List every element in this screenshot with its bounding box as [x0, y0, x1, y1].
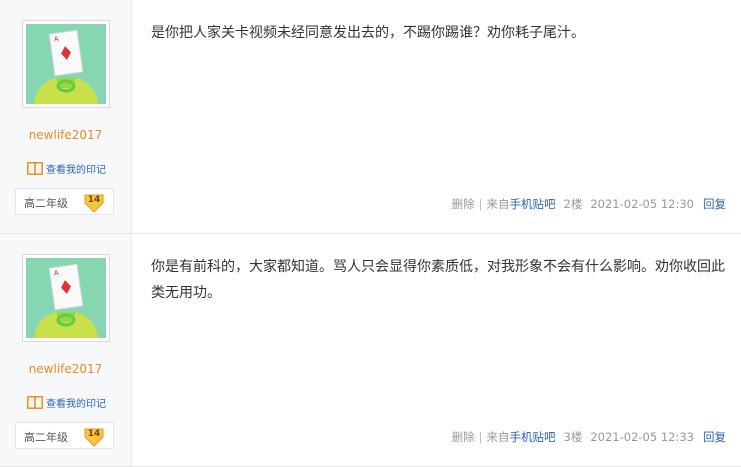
post-time: 2021-02-05 12:33: [590, 430, 694, 444]
level-name: 高二年级: [24, 197, 68, 210]
username[interactable]: newlife2017: [0, 362, 131, 376]
separator: |: [478, 197, 483, 211]
avatar[interactable]: A: [22, 254, 110, 342]
book-icon: [27, 396, 43, 409]
post-time: 2021-02-05 12:30: [590, 197, 694, 211]
post-content: 是你把人家关卡视频未经同意发出去的，不踢你踢谁？劝你耗子尾汁。: [151, 25, 585, 41]
view-seal-link[interactable]: 查看我的印记: [26, 159, 106, 177]
from-label: 来自: [486, 430, 510, 444]
from-label: 来自: [486, 197, 510, 211]
author-panel: A newlife2017 查看我的印记 高二年级 14: [0, 0, 132, 233]
book-icon: [27, 162, 43, 175]
author-panel: A newlife2017 查看我的印记 高二年级 14: [0, 234, 132, 466]
post: A newlife2017 查看我的印记 高二年级 14 你是有前科的，大家都知…: [0, 234, 741, 467]
level-number: 14: [87, 195, 101, 205]
username[interactable]: newlife2017: [0, 128, 131, 142]
view-seal-label: 查看我的印记: [46, 164, 106, 176]
source-link[interactable]: 手机贴吧: [510, 196, 556, 212]
reply-link[interactable]: 回复: [703, 429, 726, 445]
delete-link[interactable]: 删除: [452, 196, 475, 212]
avatar[interactable]: A: [22, 20, 110, 108]
separator: |: [478, 430, 483, 444]
view-seal-link[interactable]: 查看我的印记: [26, 393, 106, 411]
avatar-image: A: [26, 258, 106, 338]
level-icon: 14: [83, 425, 105, 447]
level-badge-box[interactable]: 高二年级 14: [15, 188, 114, 215]
post-tail: 删除 | 来自 手机贴吧 3楼 2021-02-05 12:33 回复: [452, 429, 726, 445]
delete-link[interactable]: 删除: [452, 429, 475, 445]
post-content: 你是有前科的，大家都知道。骂人只会显得你素质低，对我形象不会有什么影响。劝你收回…: [151, 259, 725, 301]
floor-number: 3楼: [563, 430, 583, 444]
level-name: 高二年级: [24, 431, 68, 444]
floor-number: 2楼: [563, 197, 583, 211]
reply-link[interactable]: 回复: [703, 196, 726, 212]
view-seal-label: 查看我的印记: [46, 398, 106, 410]
post-tail: 删除 | 来自 手机贴吧 2楼 2021-02-05 12:30 回复: [452, 196, 726, 212]
source-link[interactable]: 手机贴吧: [510, 429, 556, 445]
level-number: 14: [87, 429, 101, 439]
level-badge-box[interactable]: 高二年级 14: [15, 422, 114, 449]
level-icon: 14: [83, 191, 105, 213]
post: A newlife2017 查看我的印记 高二年级 14 是你把人家关卡视频未经…: [0, 0, 741, 234]
avatar-image: A: [26, 24, 106, 104]
